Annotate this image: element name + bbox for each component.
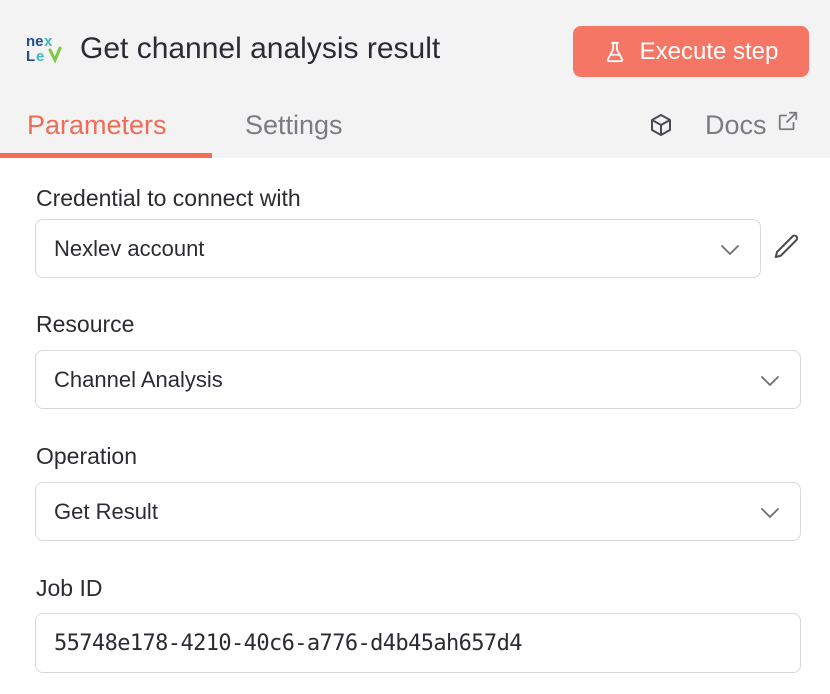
- operation-value: Get Result: [54, 498, 158, 524]
- cube-icon[interactable]: [649, 113, 673, 137]
- svg-text:L: L: [26, 48, 35, 64]
- edit-credential-pencil-icon[interactable]: [772, 232, 802, 262]
- chevron-down-icon: [721, 245, 739, 255]
- job-id-input[interactable]: [35, 613, 801, 673]
- job-id-label: Job ID: [36, 575, 103, 601]
- docs-link[interactable]: Docs: [705, 108, 799, 142]
- resource-label: Resource: [36, 311, 135, 337]
- credential-value: Nexlev account: [54, 235, 205, 261]
- chevron-down-icon: [761, 376, 779, 386]
- tab-parameters[interactable]: Parameters: [27, 108, 167, 142]
- nexlev-logo-icon: ne x L e: [26, 33, 62, 64]
- node-title: Get channel analysis result: [80, 32, 441, 65]
- execute-step-label: Execute step: [639, 37, 779, 65]
- chevron-down-icon: [761, 508, 779, 518]
- docs-label: Docs: [705, 110, 767, 140]
- node-header: ne x L e Get channel analysis result Exe…: [0, 0, 830, 158]
- resource-value: Channel Analysis: [54, 366, 223, 392]
- svg-text:e: e: [36, 48, 44, 64]
- execute-step-button[interactable]: Execute step: [573, 26, 809, 77]
- external-link-icon: [778, 111, 797, 131]
- tab-settings[interactable]: Settings: [245, 108, 343, 142]
- resource-select[interactable]: Channel Analysis: [35, 350, 801, 409]
- credential-select[interactable]: Nexlev account: [35, 219, 761, 278]
- active-tab-indicator: [0, 153, 212, 158]
- svg-text:x: x: [44, 33, 53, 50]
- operation-select[interactable]: Get Result: [35, 482, 801, 541]
- flask-icon: [606, 41, 623, 62]
- operation-label: Operation: [36, 443, 138, 469]
- credential-label: Credential to connect with: [36, 185, 301, 211]
